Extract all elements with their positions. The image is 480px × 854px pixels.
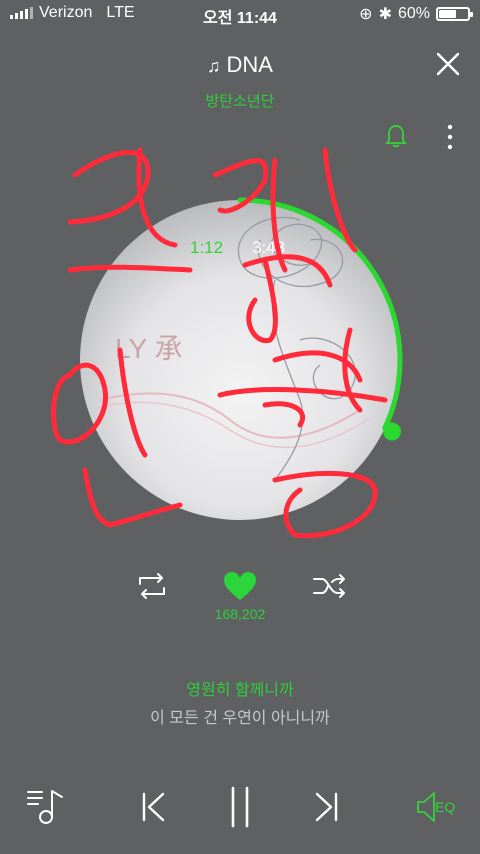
status-bar: Verizon LTE 오전 11:44 ⊕ ✱ 60% [0, 0, 480, 28]
progress-knob[interactable] [383, 422, 402, 441]
album-logo: LY 承 [115, 333, 182, 364]
previous-icon[interactable] [141, 791, 167, 823]
close-icon[interactable] [436, 52, 460, 76]
total-time: 3:43 [252, 238, 286, 257]
more-icon[interactable] [445, 124, 455, 150]
album-art: LY 承 [80, 197, 403, 520]
pause-icon[interactable] [228, 786, 252, 828]
track-title-row[interactable]: ♫ DNA [0, 52, 480, 78]
repeat-icon[interactable] [136, 572, 168, 600]
eq-label[interactable]: EQ [435, 799, 455, 815]
note-icon: ♫ [207, 56, 221, 76]
bell-icon[interactable] [385, 124, 407, 148]
battery-icon [436, 7, 473, 21]
album-disc[interactable]: LY 承 [60, 180, 420, 540]
rotation-lock-icon: ⊕ [359, 6, 373, 23]
like-count: 168,202 [214, 606, 266, 622]
lyric-next[interactable]: 이 모든 건 우연이 아니니까 [0, 704, 480, 728]
lyric-current[interactable]: 영원히 함께니까 [0, 676, 480, 700]
current-time: 1:12 [190, 238, 224, 257]
heart-icon[interactable] [222, 570, 258, 602]
shuffle-icon[interactable] [312, 572, 348, 600]
next-icon[interactable] [313, 791, 339, 823]
track-title: DNA [226, 52, 273, 77]
artist-name[interactable]: 방탄소년단 [0, 90, 480, 111]
bluetooth-icon: ✱ [378, 6, 392, 23]
playlist-icon[interactable] [26, 787, 66, 827]
status-right: ⊕ ✱ 60% [359, 4, 473, 24]
battery-percent: 60% [397, 5, 430, 22]
